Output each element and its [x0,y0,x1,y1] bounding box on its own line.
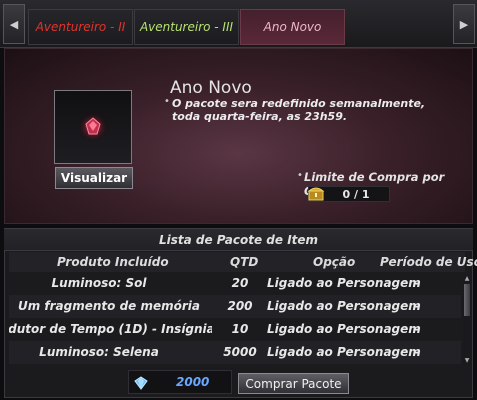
package-description: O pacote sera redefinido semanalmente, t… [172,97,426,123]
table-row: Luminoso: Selena 5000 Ligado ao Personag… [9,341,461,364]
row-product: Luminoso: Sol [51,276,147,290]
package-price: 2000 [176,375,210,389]
next-tab-button[interactable]: ▶ [453,4,475,44]
bullet-icon: • [164,96,170,107]
column-product: Produto Incluído [57,255,169,269]
scroll-thumb[interactable] [464,284,470,316]
row-qty: 10 [231,322,249,336]
row-period: - [415,322,420,336]
red-gem-icon [77,111,109,143]
table-row: edutor de Tempo (1D) - Insígnia Platina … [9,318,461,341]
tab-ano-novo[interactable]: Ano Novo [240,9,345,45]
prev-tab-button[interactable]: ◀ [3,4,25,44]
column-period: Período de Uso [380,255,477,269]
diamond-icon [134,375,148,390]
item-list-title: Lista de Pacote de Item [4,229,473,251]
package-title: Ano Novo [170,78,252,98]
package-item-slot[interactable] [54,90,132,164]
row-period: - [415,345,420,359]
buy-package-button[interactable]: Comprar Pacote [238,373,349,394]
chevron-right-icon: ▶ [459,17,469,31]
row-product: Luminoso: Selena [39,345,159,359]
treasure-chest-icon [307,185,325,201]
row-option: Ligado ao Personagem [267,345,421,359]
row-qty: 200 [227,299,253,313]
row-option: Ligado ao Personagem [267,276,421,290]
chevron-left-icon: ◀ [9,17,19,31]
item-list-header: Produto Incluído QTD Opção Período de Us… [9,252,477,272]
row-qty: 5000 [223,345,257,359]
table-row: Um fragmento de memória 200 Ligado ao Pe… [9,295,461,318]
column-qty: QTD [230,255,259,269]
tab-aventureiro-iii[interactable]: Aventureiro - III [134,9,239,45]
row-period: - [415,276,420,290]
row-period: - [415,299,420,313]
scroll-up-icon[interactable]: ▲ [463,274,471,282]
row-option: Ligado ao Personagem [267,299,421,313]
row-qty: 20 [231,276,249,290]
column-option: Opção [313,255,356,269]
preview-button[interactable]: Visualizar [55,167,133,189]
scroll-down-icon[interactable]: ▼ [463,356,471,364]
row-product: Um fragmento de memória [17,299,201,313]
row-product: edutor de Tempo (1D) - Insígnia Platina [9,322,212,336]
table-row: Luminoso: Sol 20 Ligado ao Personagem - [9,272,461,295]
bullet-icon: • [297,170,303,181]
item-list-body: Luminoso: Sol 20 Ligado ao Personagem - … [9,272,463,366]
tab-aventureiro-ii[interactable]: Aventureiro - II [28,9,133,45]
row-option: Ligado ao Personagem [267,322,421,336]
